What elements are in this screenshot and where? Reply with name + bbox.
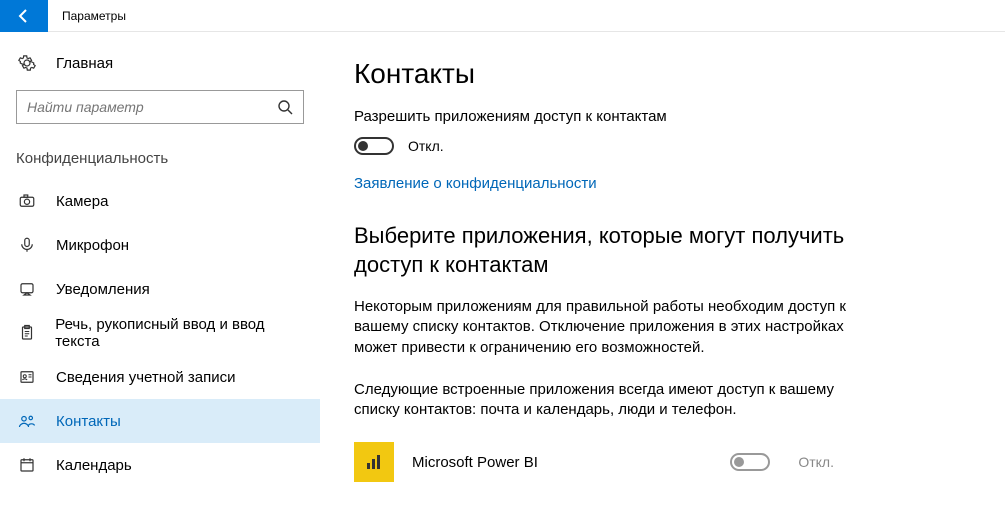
app-toggle[interactable] <box>730 453 770 471</box>
sidebar: Главная Конфиденциальность Камера Микроф… <box>0 32 320 507</box>
home-label: Главная <box>56 55 113 72</box>
sidebar-item-calendar[interactable]: Календарь <box>0 443 320 487</box>
sidebar-item-label: Контакты <box>56 413 121 430</box>
sidebar-item-notifications[interactable]: Уведомления <box>0 267 320 311</box>
power-bi-icon <box>354 442 394 482</box>
microphone-icon <box>16 236 38 254</box>
camera-icon <box>16 192 38 210</box>
app-name: Microsoft Power BI <box>412 454 730 471</box>
sidebar-item-label: Камера <box>56 193 108 210</box>
sidebar-item-label: Сведения учетной записи <box>56 369 236 386</box>
allow-apps-state: Откл. <box>408 138 444 154</box>
privacy-statement-link[interactable]: Заявление о конфиденциальности <box>354 175 597 192</box>
sidebar-item-microphone[interactable]: Микрофон <box>0 223 320 267</box>
home-button[interactable]: Главная <box>16 46 304 80</box>
calendar-icon <box>16 456 38 474</box>
info-paragraph-1: Некоторым приложениям для правильной раб… <box>354 297 874 358</box>
info-paragraph-2: Следующие встроенные приложения всегда и… <box>354 380 874 421</box>
gear-icon <box>16 54 38 72</box>
sidebar-item-label: Уведомления <box>56 281 150 298</box>
sidebar-item-account-info[interactable]: Сведения учетной записи <box>0 355 320 399</box>
sidebar-section-label: Конфиденциальность <box>0 146 320 179</box>
choose-apps-title: Выберите приложения, которые могут получ… <box>354 222 874 279</box>
back-button[interactable] <box>0 0 48 32</box>
notifications-icon <box>16 280 38 298</box>
sidebar-item-label: Речь, рукописный ввод и ввод текста <box>55 316 304 350</box>
account-info-icon <box>16 368 38 386</box>
allow-apps-toggle[interactable] <box>354 137 394 155</box>
page-title: Контакты <box>354 58 965 90</box>
app-toggle-state: Откл. <box>798 454 834 470</box>
app-row: Microsoft Power BI Откл. <box>354 442 834 482</box>
contacts-icon <box>16 412 38 430</box>
search-icon <box>277 99 293 115</box>
sidebar-item-speech-ink-type[interactable]: Речь, рукописный ввод и ввод текста <box>0 311 320 355</box>
sidebar-item-label: Календарь <box>56 457 132 474</box>
window-title: Параметры <box>48 9 126 23</box>
sidebar-item-label: Микрофон <box>56 237 129 254</box>
content-area: Контакты Разрешить приложениям доступ к … <box>320 32 1005 507</box>
allow-apps-label: Разрешить приложениям доступ к контактам <box>354 108 965 125</box>
sidebar-item-contacts[interactable]: Контакты <box>0 399 320 443</box>
title-bar: Параметры <box>0 0 1005 32</box>
search-input[interactable] <box>27 99 277 115</box>
allow-apps-toggle-row: Откл. <box>354 137 965 155</box>
search-box[interactable] <box>16 90 304 124</box>
arrow-left-icon <box>16 8 32 24</box>
sidebar-item-camera[interactable]: Камера <box>0 179 320 223</box>
clipboard-icon <box>16 324 37 342</box>
